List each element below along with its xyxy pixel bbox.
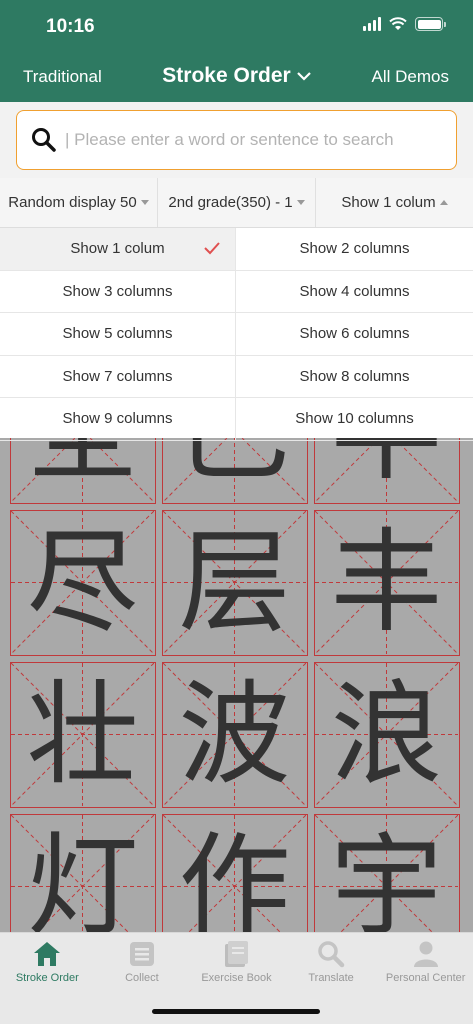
stroke-character: 浪 xyxy=(330,669,443,800)
header: 10:16 Traditional Stroke Order All Demos xyxy=(0,0,473,102)
stroke-character: 丰 xyxy=(330,517,443,648)
caret-up-icon xyxy=(439,200,448,205)
grade-filter[interactable]: 2nd grade(350) - 1 xyxy=(158,178,316,227)
search-area xyxy=(0,102,473,178)
column-option[interactable]: Show 9 columns xyxy=(0,398,236,441)
tab-label: Translate xyxy=(308,972,354,984)
book-icon xyxy=(225,941,249,967)
column-option[interactable]: Show 8 columns xyxy=(236,356,473,398)
character-cell[interactable]: 尽 xyxy=(10,510,156,656)
status-time: 10:16 xyxy=(46,16,95,37)
stroke-character: 壮 xyxy=(26,669,139,800)
columns-filter[interactable]: Show 1 colum xyxy=(316,178,473,227)
character-grid: 全巴半尽层丰壮波浪灯作宇 xyxy=(10,385,464,932)
column-option-label: Show 10 columns xyxy=(295,410,414,428)
column-option[interactable]: Show 2 columns xyxy=(236,228,473,271)
column-option-label: Show 2 columns xyxy=(299,240,410,258)
column-option[interactable]: Show 4 columns xyxy=(236,271,473,313)
character-cell[interactable]: 壮 xyxy=(10,662,156,808)
filter-label: Show 1 colum xyxy=(341,194,436,211)
search-box[interactable] xyxy=(16,110,457,170)
tab-label: Collect xyxy=(125,972,159,984)
search-icon xyxy=(318,941,345,968)
tab-stroke-order[interactable]: Stroke Order xyxy=(0,933,95,1024)
character-cell[interactable]: 浪 xyxy=(314,662,460,808)
tab-label: Personal Center xyxy=(385,972,466,984)
character-cell[interactable]: 波 xyxy=(162,662,308,808)
battery-icon xyxy=(415,17,446,31)
column-option-label: Show 9 columns xyxy=(62,410,173,428)
all-demos-button[interactable]: All Demos xyxy=(372,67,449,87)
column-option-label: Show 4 columns xyxy=(299,282,410,300)
column-option[interactable]: Show 7 columns xyxy=(0,355,236,398)
filter-bar: Random display 50 2nd grade(350) - 1 Sho… xyxy=(0,178,473,228)
search-icon xyxy=(32,128,56,152)
character-cell[interactable]: 层 xyxy=(162,510,308,656)
column-option[interactable]: Show 6 columns xyxy=(236,313,473,356)
column-option-label: Show 5 columns xyxy=(62,325,173,343)
check-icon xyxy=(204,242,220,255)
column-option[interactable]: Show 1 colum xyxy=(0,228,236,271)
column-option-label: Show 3 columns xyxy=(62,282,173,300)
column-option-label: Show 6 columns xyxy=(299,325,410,343)
wifi-icon xyxy=(389,17,407,30)
column-option-label: Show 1 colum xyxy=(70,240,165,258)
column-option[interactable]: Show 5 columns xyxy=(0,313,236,356)
filter-label: Random display 50 xyxy=(8,194,137,211)
stroke-character: 层 xyxy=(178,517,291,648)
status-icons xyxy=(363,17,446,31)
stroke-character: 作 xyxy=(178,821,291,933)
stroke-character: 宇 xyxy=(330,821,443,933)
stroke-character: 尽 xyxy=(26,517,139,648)
search-input[interactable] xyxy=(65,130,435,150)
column-option-label: Show 8 columns xyxy=(299,367,410,385)
home-icon xyxy=(34,942,61,966)
tab-label: Exercise Book xyxy=(201,972,272,984)
column-option-label: Show 7 columns xyxy=(62,367,173,385)
tab-personal-center[interactable]: Personal Center xyxy=(378,933,473,1024)
character-cell[interactable]: 灯 xyxy=(10,814,156,932)
column-option[interactable]: Show 10 columns xyxy=(236,398,473,441)
tab-label: Stroke Order xyxy=(15,972,79,984)
home-indicator xyxy=(152,1009,320,1014)
filter-label: 2nd grade(350) - 1 xyxy=(168,194,293,211)
columns-dropdown: Show 1 colum Show 2 columns Show 3 colum… xyxy=(0,228,473,441)
caret-down-icon xyxy=(296,200,305,205)
stroke-character: 灯 xyxy=(26,821,139,933)
signal-icon xyxy=(363,17,381,31)
character-cell[interactable]: 宇 xyxy=(314,814,460,932)
display-mode-filter[interactable]: Random display 50 xyxy=(0,178,158,227)
chevron-down-icon xyxy=(296,72,311,81)
caret-down-icon xyxy=(140,200,149,205)
column-option[interactable]: Show 3 columns xyxy=(0,270,236,313)
character-cell[interactable]: 丰 xyxy=(314,510,460,656)
collect-icon xyxy=(129,942,154,966)
page-title: Stroke Order xyxy=(162,64,291,87)
character-cell[interactable]: 作 xyxy=(162,814,308,932)
stroke-character: 波 xyxy=(178,669,291,800)
person-icon xyxy=(413,941,438,967)
